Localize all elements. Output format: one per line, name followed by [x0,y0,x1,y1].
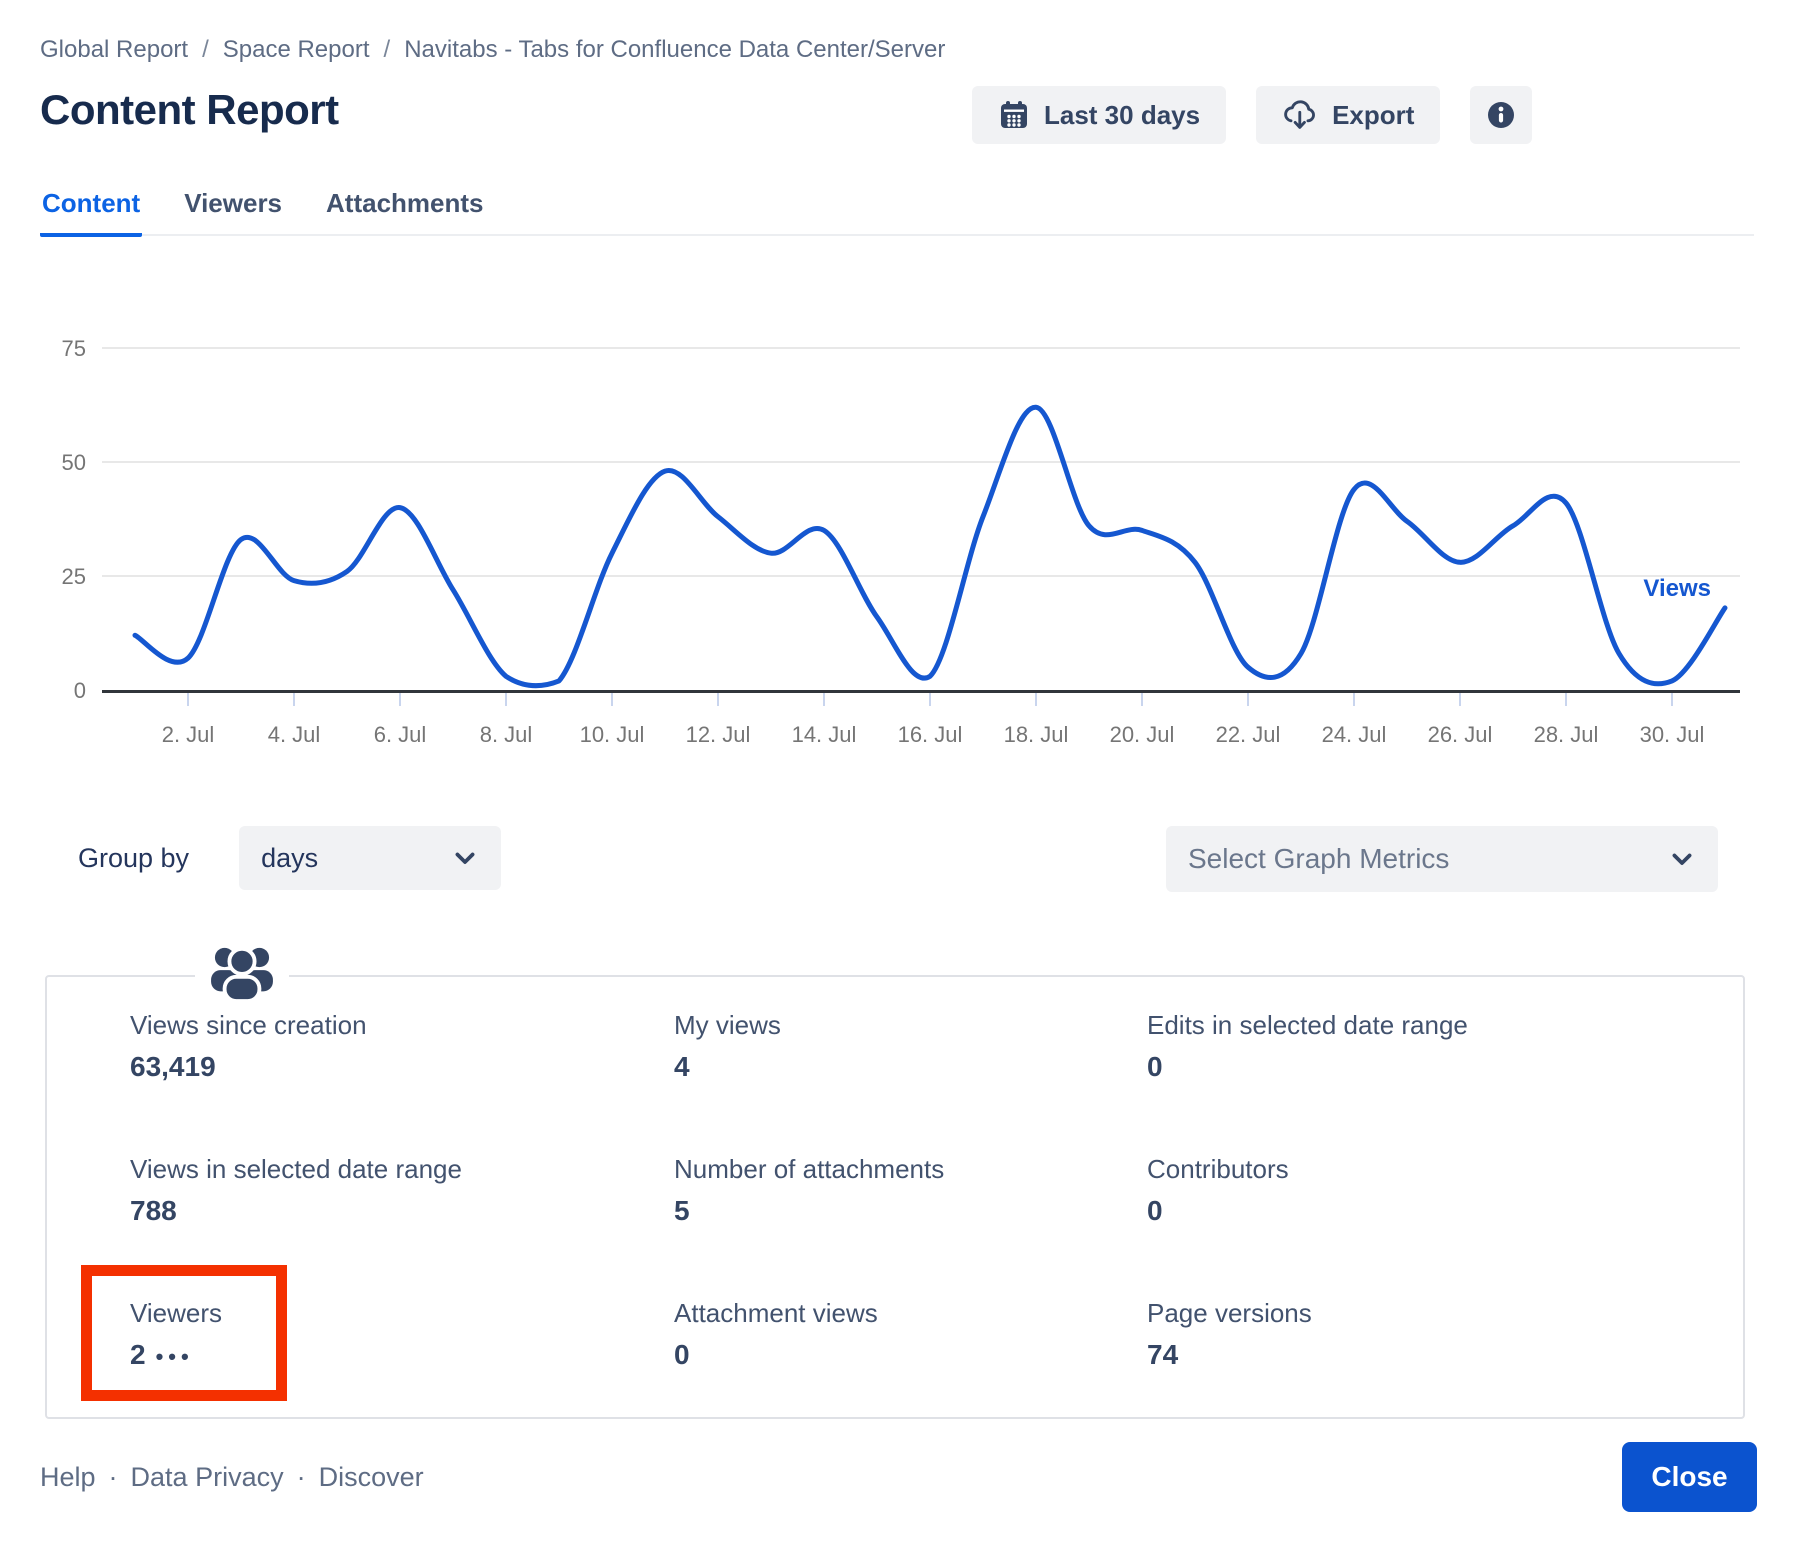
export-label: Export [1332,100,1414,131]
x-axis-tick-label: 26. Jul [1428,722,1493,747]
group-by-control: Group by days [78,826,501,890]
header-actions: Last 30 days Export [972,86,1532,144]
breadcrumb-page-name[interactable]: Navitabs - Tabs for Confluence Data Cent… [404,36,945,64]
y-axis-tick-label: 0 [74,678,86,703]
tab-bar: Content Viewers Attachments [40,188,1754,236]
group-by-value: days [261,843,318,874]
breadcrumb-global-report[interactable]: Global Report [40,36,188,64]
footer-separator: · [109,1462,118,1493]
x-axis-tick-label: 20. Jul [1110,722,1175,747]
info-icon [1485,99,1517,131]
x-axis-tick-label: 24. Jul [1322,722,1387,747]
page-title: Content Report [40,86,339,134]
x-axis-tick-label: 6. Jul [374,722,427,747]
close-button[interactable]: Close [1622,1442,1757,1512]
date-range-label: Last 30 days [1044,100,1200,131]
views-series-label: Views [1643,575,1711,602]
x-axis-tick-label: 30. Jul [1640,722,1705,747]
stat-edits-in-range: Edits in selected date range 0 [1147,1010,1743,1154]
breadcrumb-separator: / [384,36,391,64]
graph-metrics-select[interactable]: Select Graph Metrics [1166,826,1718,892]
x-axis-tick-label: 16. Jul [898,722,963,747]
footer-links: Help · Data Privacy · Discover [40,1462,424,1493]
y-axis-tick-label: 50 [62,450,86,475]
stats-grid: Views since creation 63,419 My views 4 E… [47,977,1743,1442]
content-stats-card: Views since creation 63,419 My views 4 E… [45,975,1745,1419]
x-axis-tick-label: 28. Jul [1534,722,1599,747]
stat-my-views: My views 4 [674,1010,1147,1154]
discover-link[interactable]: Discover [319,1462,424,1493]
cloud-download-icon [1282,98,1318,132]
views-line-chart: 0 25 50 75 2. Jul 4. Jul 6. Jul 8. Jul 10. Jul 12… [40,290,1740,760]
group-by-select[interactable]: days [239,826,501,890]
x-axis-tick-label: 8. Jul [480,722,533,747]
tab-attachments[interactable]: Attachments [324,188,485,237]
views-line-chart-svg: 0 25 50 75 2. Jul 4. Jul 6. Jul 8. Jul 10. Jul 12… [40,290,1740,760]
footer-separator: · [297,1462,306,1493]
stat-page-versions: Page versions 74 [1147,1298,1743,1442]
x-axis-tick-label: 10. Jul [580,722,645,747]
breadcrumb-separator: / [202,36,209,64]
stat-views-in-range: Views in selected date range 788 [130,1154,674,1298]
stat-contributors: Contributors 0 [1147,1154,1743,1298]
stat-viewers: Viewers 2••• [130,1298,674,1442]
x-axis-tick-label: 2. Jul [162,722,215,747]
x-axis-tick-label: 4. Jul [268,722,321,747]
graph-metrics-placeholder: Select Graph Metrics [1188,843,1449,875]
views-series-line [135,407,1725,685]
x-axis-tick-label: 22. Jul [1216,722,1281,747]
data-privacy-link[interactable]: Data Privacy [131,1462,284,1493]
x-axis-tick-label: 14. Jul [792,722,857,747]
content-report-page: Global Report / Space Report / Navitabs … [0,0,1794,1542]
breadcrumb: Global Report / Space Report / Navitabs … [40,36,945,64]
chevron-down-icon [451,844,479,872]
stat-attachment-views: Attachment views 0 [674,1298,1147,1442]
y-axis-tick-label: 75 [62,336,86,361]
tab-content[interactable]: Content [40,188,142,237]
info-button[interactable] [1470,86,1532,144]
help-link[interactable]: Help [40,1462,96,1493]
tab-viewers[interactable]: Viewers [182,188,284,237]
export-button[interactable]: Export [1256,86,1440,144]
x-axis-tick-label: 12. Jul [686,722,751,747]
chevron-down-icon [1668,845,1696,873]
stat-views-since-creation: Views since creation 63,419 [130,1010,674,1154]
x-axis-tick-label: 18. Jul [1004,722,1069,747]
breadcrumb-space-report[interactable]: Space Report [223,36,370,64]
y-axis-tick-label: 25 [62,564,86,589]
viewers-more-dots[interactable]: ••• [156,1344,194,1369]
people-group-icon [195,943,289,1006]
viewers-count: 2 [130,1339,146,1370]
stat-number-of-attachments: Number of attachments 5 [674,1154,1147,1298]
calendar-icon [998,99,1030,131]
date-range-button[interactable]: Last 30 days [972,86,1226,144]
group-by-label: Group by [78,843,189,874]
